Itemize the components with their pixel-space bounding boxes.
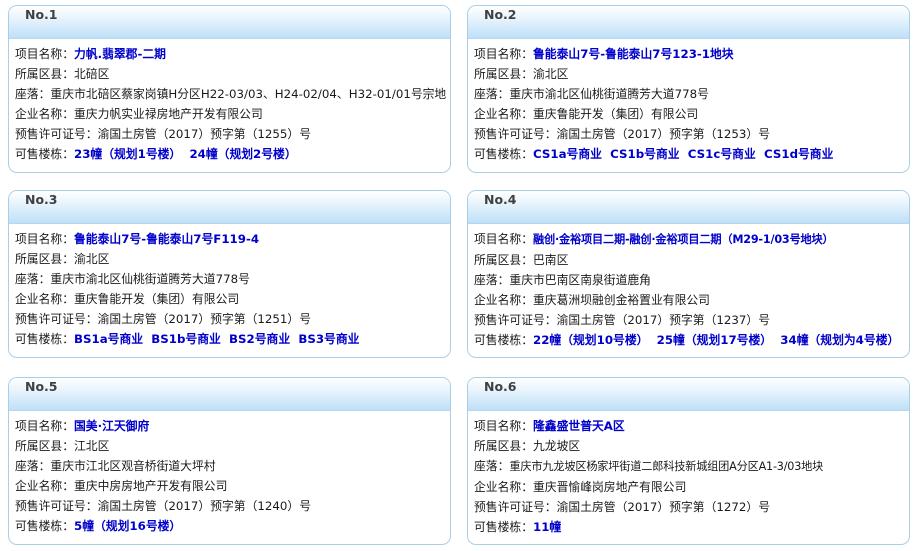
project-card-6: No.6 项目名称：隆鑫盛世普天A区 所属区县：九龙坡区 座落：重庆市九龙坡区杨… xyxy=(467,377,910,545)
building-link[interactable]: BS3号商业 xyxy=(298,332,359,346)
location-row: 座落：重庆市北碚区蔡家岗镇H分区H22-03/03、H24-02/04、H32-… xyxy=(15,87,447,101)
building-link[interactable]: 25幢（规划17号楼） xyxy=(657,333,772,347)
building-link[interactable]: CS1d号商业 xyxy=(764,147,833,161)
project-row: 项目名称：鲁能泰山7号-鲁能泰山7号F119-4 xyxy=(15,232,260,246)
card-number: No.6 xyxy=(484,379,517,394)
project-row: 项目名称：力帆.翡翠郡-二期 xyxy=(15,47,166,61)
location-row: 座落：重庆市渝北区仙桃街道腾芳大道778号 xyxy=(474,87,709,101)
location-value: 重庆市九龙坡区杨家坪街道二郎科技新城组团A分区A1-3/03地块 xyxy=(509,460,824,473)
project-name-link[interactable]: 鲁能泰山7号-鲁能泰山7号F119-4 xyxy=(74,232,259,246)
district-value: 巴南区 xyxy=(533,253,569,267)
buildings-row: 可售楼栋：11幢 xyxy=(474,520,562,534)
company-row: 企业名称：重庆葛洲坝融创金裕置业有限公司 xyxy=(474,293,710,307)
card-header: No.5 xyxy=(9,378,450,411)
permit-row: 预售许可证号：渝国土房管（2017）预字第（1272）号 xyxy=(474,500,770,514)
buildings-row: 可售楼栋：22幢（规划10号楼） 25幢（规划17号楼） 34幢（规划为4号楼） xyxy=(474,333,900,347)
permit-row: 预售许可证号：渝国土房管（2017）预字第（1251）号 xyxy=(15,312,311,326)
location-row: 座落：重庆市渝北区仙桃街道腾芳大道778号 xyxy=(15,272,250,286)
district-value: 渝北区 xyxy=(74,252,110,266)
location-row: 座落：重庆市九龙坡区杨家坪街道二郎科技新城组团A分区A1-3/03地块 xyxy=(474,459,824,473)
project-card-5: No.5 项目名称：国美·江天御府 所属区县：江北区 座落：重庆市江北区观音桥街… xyxy=(8,377,451,545)
project-name-link[interactable]: 鲁能泰山7号-鲁能泰山7号123-1地块 xyxy=(533,47,734,61)
district-value: 江北区 xyxy=(74,439,110,453)
company-row: 企业名称：重庆中房房地产开发有限公司 xyxy=(15,479,228,493)
project-row: 项目名称：鲁能泰山7号-鲁能泰山7号123-1地块 xyxy=(474,47,734,61)
permit-row: 预售许可证号：渝国土房管（2017）预字第（1253）号 xyxy=(474,127,770,141)
building-link[interactable]: BS1b号商业 xyxy=(151,332,221,346)
location-value: 重庆市渝北区仙桃街道腾芳大道778号 xyxy=(50,272,250,286)
card-number: No.5 xyxy=(25,379,58,394)
project-card-4: No.4 项目名称：融创·金裕项目二期-融创·金裕项目二期（M29-1/03号地… xyxy=(467,190,910,358)
location-row: 座落：重庆市江北区观音桥街道大坪村 xyxy=(15,459,216,473)
project-card-3: No.3 项目名称：鲁能泰山7号-鲁能泰山7号F119-4 所属区县：渝北区 座… xyxy=(8,190,451,358)
company-value: 重庆鲁能开发（集团）有限公司 xyxy=(74,292,240,306)
card-header: No.3 xyxy=(9,191,450,224)
card-number: No.4 xyxy=(484,192,517,207)
project-name-link[interactable]: 力帆.翡翠郡-二期 xyxy=(74,47,166,61)
building-link[interactable]: 22幢（规划10号楼） xyxy=(533,333,648,347)
building-link[interactable]: 11幢 xyxy=(533,520,561,534)
project-name-link[interactable]: 国美·江天御府 xyxy=(74,419,149,433)
permit-value: 渝国土房管（2017）预字第（1272）号 xyxy=(556,500,770,514)
district-row: 所属区县：九龙坡区 xyxy=(474,439,581,453)
card-header: No.2 xyxy=(468,6,909,39)
company-row: 企业名称：重庆鲁能开发（集团）有限公司 xyxy=(15,292,240,306)
project-row: 项目名称：隆鑫盛世普天A区 xyxy=(474,419,625,433)
buildings-row: 可售楼栋：CS1a号商业 CS1b号商业 CS1c号商业 CS1d号商业 xyxy=(474,147,834,161)
district-row: 所属区县：渝北区 xyxy=(474,67,569,81)
building-link[interactable]: CS1b号商业 xyxy=(610,147,679,161)
project-row: 项目名称：融创·金裕项目二期-融创·金裕项目二期（M29-1/03号地块） xyxy=(474,232,834,246)
location-value: 重庆市渝北区仙桃街道腾芳大道778号 xyxy=(509,87,709,101)
company-value: 重庆中房房地产开发有限公司 xyxy=(74,479,228,493)
company-value: 重庆晋愉峰岗房地产有限公司 xyxy=(533,480,687,494)
district-row: 所属区县：江北区 xyxy=(15,439,110,453)
permit-value: 渝国土房管（2017）预字第（1255）号 xyxy=(97,127,311,141)
permit-value: 渝国土房管（2017）预字第（1253）号 xyxy=(556,127,770,141)
location-value: 重庆市北碚区蔡家岗镇H分区H22-03/03、H24-02/04、H32-01/… xyxy=(50,87,447,101)
district-value: 渝北区 xyxy=(533,67,569,81)
company-value: 重庆力帆实业禄房地产开发有限公司 xyxy=(74,107,263,121)
building-link[interactable]: 5幢（规划16号楼） xyxy=(74,519,181,533)
district-value: 九龙坡区 xyxy=(533,439,581,453)
building-link[interactable]: 24幢（规划2号楼） xyxy=(189,147,296,161)
location-value: 重庆市江北区观音桥街道大坪村 xyxy=(50,459,216,473)
building-link[interactable]: CS1c号商业 xyxy=(688,147,756,161)
buildings-row: 可售楼栋：5幢（规划16号楼） xyxy=(15,519,182,533)
permit-value: 渝国土房管（2017）预字第（1237）号 xyxy=(556,313,770,327)
project-card-1: No.1 项目名称：力帆.翡翠郡-二期 所属区县：北碚区 座落：重庆市北碚区蔡家… xyxy=(8,5,451,173)
location-row: 座落：重庆市巴南区南泉街道鹿角 xyxy=(474,273,651,287)
building-link[interactable]: 23幢（规划1号楼） xyxy=(74,147,181,161)
district-row: 所属区县：巴南区 xyxy=(474,253,569,267)
building-link[interactable]: BS2号商业 xyxy=(229,332,290,346)
card-number: No.2 xyxy=(484,7,517,22)
card-header: No.4 xyxy=(468,191,909,224)
buildings-row: 可售楼栋：23幢（规划1号楼） 24幢（规划2号楼） xyxy=(15,147,297,161)
company-row: 企业名称：重庆鲁能开发（集团）有限公司 xyxy=(474,107,699,121)
district-row: 所属区县：北碚区 xyxy=(15,67,110,81)
project-row: 项目名称：国美·江天御府 xyxy=(15,419,150,433)
building-link[interactable]: 34幢（规划为4号楼） xyxy=(780,333,899,347)
project-name-link[interactable]: 融创·金裕项目二期-融创·金裕项目二期（M29-1/03号地块） xyxy=(533,233,834,246)
buildings-row: 可售楼栋：BS1a号商业 BS1b号商业 BS2号商业 BS3号商业 xyxy=(15,332,360,346)
company-row: 企业名称：重庆晋愉峰岗房地产有限公司 xyxy=(474,480,687,494)
location-value: 重庆市巴南区南泉街道鹿角 xyxy=(509,273,651,287)
project-name-link[interactable]: 隆鑫盛世普天A区 xyxy=(533,419,625,433)
district-value: 北碚区 xyxy=(74,67,110,81)
permit-value: 渝国土房管（2017）预字第（1251）号 xyxy=(97,312,311,326)
permit-value: 渝国土房管（2017）预字第（1240）号 xyxy=(97,499,311,513)
company-value: 重庆葛洲坝融创金裕置业有限公司 xyxy=(533,293,710,307)
card-number: No.3 xyxy=(25,192,58,207)
card-header: No.1 xyxy=(9,6,450,39)
project-card-2: No.2 项目名称：鲁能泰山7号-鲁能泰山7号123-1地块 所属区县：渝北区 … xyxy=(467,5,910,173)
permit-row: 预售许可证号：渝国土房管（2017）预字第（1255）号 xyxy=(15,127,311,141)
permit-row: 预售许可证号：渝国土房管（2017）预字第（1237）号 xyxy=(474,313,770,327)
company-row: 企业名称：重庆力帆实业禄房地产开发有限公司 xyxy=(15,107,263,121)
building-link[interactable]: BS1a号商业 xyxy=(74,332,143,346)
card-number: No.1 xyxy=(25,7,58,22)
card-header: No.6 xyxy=(468,378,909,411)
building-link[interactable]: CS1a号商业 xyxy=(533,147,602,161)
permit-row: 预售许可证号：渝国土房管（2017）预字第（1240）号 xyxy=(15,499,311,513)
district-row: 所属区县：渝北区 xyxy=(15,252,110,266)
company-value: 重庆鲁能开发（集团）有限公司 xyxy=(533,107,699,121)
